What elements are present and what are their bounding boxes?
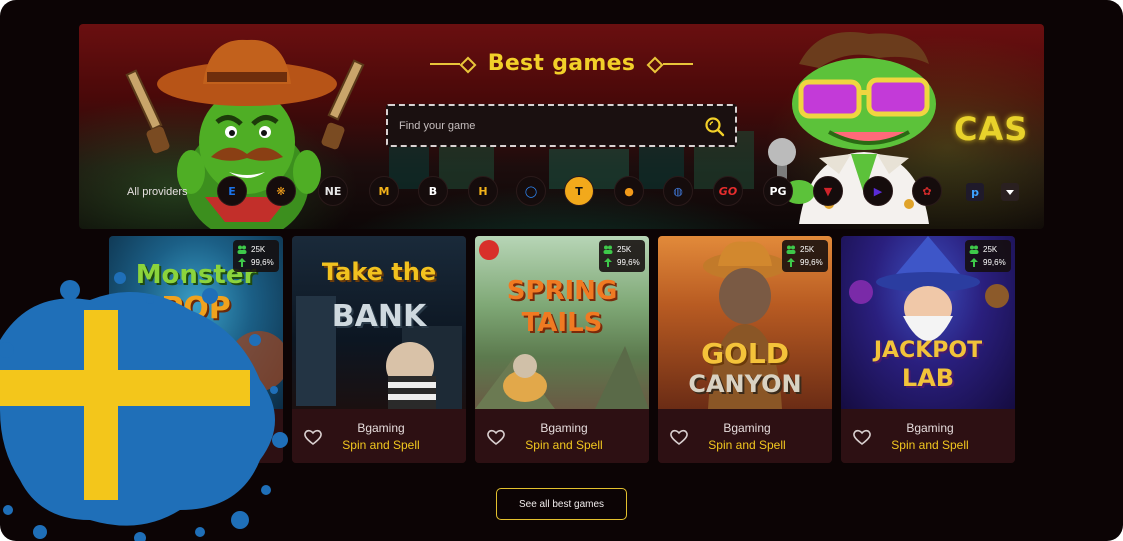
provider-playson-icon[interactable]: p (966, 183, 984, 201)
hero-banner: CAS Best games All providers E ❋ NE M B … (79, 24, 1044, 229)
game-stats-badge: 25K 99,6% (233, 240, 279, 272)
best-games-section: CAS Best games All providers E ❋ NE M B … (0, 0, 1123, 541)
provider-netent-icon[interactable]: NE (318, 176, 348, 206)
provider-gamomat-icon[interactable]: GO (713, 176, 743, 206)
game-art-title: Take the (321, 258, 437, 286)
players-icon (603, 245, 613, 254)
provider-thunderkick-icon[interactable]: T (564, 176, 594, 206)
game-name[interactable]: Spin and Spell (149, 438, 283, 452)
players-count: 25K (617, 244, 632, 254)
game-art-subtitle: TAILS (521, 308, 603, 338)
favorite-heart-icon[interactable] (120, 428, 140, 446)
game-card-meta: Bgaming Spin and Spell (109, 409, 283, 463)
search-box[interactable] (386, 104, 737, 147)
rtp-icon (238, 258, 246, 267)
provider-evolution-icon[interactable]: E (217, 176, 247, 206)
game-provider: Bgaming (540, 421, 588, 435)
game-name[interactable]: Spin and Spell (332, 438, 466, 452)
players-count: 25K (251, 244, 266, 254)
players-icon (786, 245, 796, 254)
game-name[interactable]: Spin and Spell (881, 438, 1015, 452)
casino-sign: CAS (954, 110, 1029, 148)
rtp-value: 99,6% (800, 257, 823, 267)
game-art-title: JACKPOT (873, 338, 983, 363)
game-art-subtitle: BANK (331, 299, 427, 334)
provider-betsoft-icon[interactable]: ◍ (663, 176, 693, 206)
all-providers-filter[interactable]: All providers (127, 186, 188, 198)
favorite-heart-icon[interactable] (486, 428, 506, 446)
search-input[interactable] (399, 119, 703, 132)
players-icon (969, 245, 979, 254)
page-title: Best games (487, 51, 636, 76)
game-art-title: GOLD (701, 337, 789, 370)
provider-bgaming-icon[interactable]: B (418, 176, 448, 206)
rtp-value: 99,6% (983, 257, 1006, 267)
game-provider: Bgaming (174, 421, 222, 435)
rtp-icon (787, 258, 795, 267)
game-stats-badge: 25K 99,6% (599, 240, 645, 272)
favorite-heart-icon[interactable] (303, 428, 323, 446)
rtp-icon (604, 258, 612, 267)
game-thumbnail[interactable]: Take the BANK (292, 236, 466, 409)
see-all-best-games-button[interactable]: See all best games (496, 488, 627, 520)
game-card[interactable]: Take the BANK Bgaming Spin and Spell (292, 236, 466, 463)
favorite-heart-icon[interactable] (852, 428, 872, 446)
provider-microgaming-icon[interactable]: M (369, 176, 399, 206)
players-count: 25K (800, 244, 815, 254)
game-card[interactable]: Monster POP 25K 99,6% Bgaming Spin and S… (109, 236, 283, 463)
players-icon (237, 245, 247, 254)
game-card-meta: Bgaming Spin and Spell (475, 409, 649, 463)
game-card[interactable]: SPRING TAILS 25K 99,6% Bgaming Spin and … (475, 236, 649, 463)
game-name[interactable]: Spin and Spell (515, 438, 649, 452)
favorite-heart-icon[interactable] (669, 428, 689, 446)
chevron-down-icon[interactable] (1001, 183, 1019, 201)
game-card[interactable]: JACKPOT LAB 25K 99,6% Bgaming Spin and S… (841, 236, 1015, 463)
game-provider: Bgaming (357, 421, 405, 435)
provider-filter-bar: All providers E ❋ NE M B H ◯ T ● ◍ GO PG… (127, 176, 1027, 208)
game-card[interactable]: GOLD CANYON 25K 99,6% Bgaming Spin and S… (658, 236, 832, 463)
game-card-list: Monster POP 25K 99,6% Bgaming Spin and S… (109, 236, 1015, 464)
provider-bomb-icon[interactable]: ● (614, 176, 644, 206)
game-name[interactable]: Spin and Spell (698, 438, 832, 452)
game-provider: Bgaming (723, 421, 771, 435)
provider-playngo-icon[interactable]: ▶ (863, 176, 893, 206)
rtp-value: 99,6% (251, 257, 274, 267)
title-ornament-left (429, 59, 476, 69)
game-art-subtitle: LAB (901, 364, 955, 392)
game-card-meta: Bgaming Spin and Spell (658, 409, 832, 463)
game-stats-badge: 25K 99,6% (965, 240, 1011, 272)
rtp-icon (970, 258, 978, 267)
provider-playtech-icon[interactable]: ◯ (516, 176, 546, 206)
hero-title-row: Best games (79, 51, 1044, 76)
search-icon[interactable] (703, 115, 725, 137)
provider-habanero-icon[interactable]: H (468, 176, 498, 206)
players-count: 25K (983, 244, 998, 254)
provider-yggdrasil-icon[interactable]: ❋ (266, 176, 296, 206)
game-art-subtitle: POP (161, 291, 231, 326)
title-ornament-right (647, 59, 694, 69)
provider-redtiger-icon[interactable]: ▼ (813, 176, 843, 206)
game-art-subtitle: CANYON (688, 370, 802, 398)
game-stats-badge: 25K 99,6% (782, 240, 828, 272)
game-card-meta: Bgaming Spin and Spell (292, 409, 466, 463)
game-art-title: SPRING (506, 276, 618, 306)
game-provider: Bgaming (906, 421, 954, 435)
provider-redrake-icon[interactable]: ✿ (912, 176, 942, 206)
game-card-meta: Bgaming Spin and Spell (841, 409, 1015, 463)
provider-pgsoft-icon[interactable]: PG (763, 176, 793, 206)
rtp-value: 99,6% (617, 257, 640, 267)
